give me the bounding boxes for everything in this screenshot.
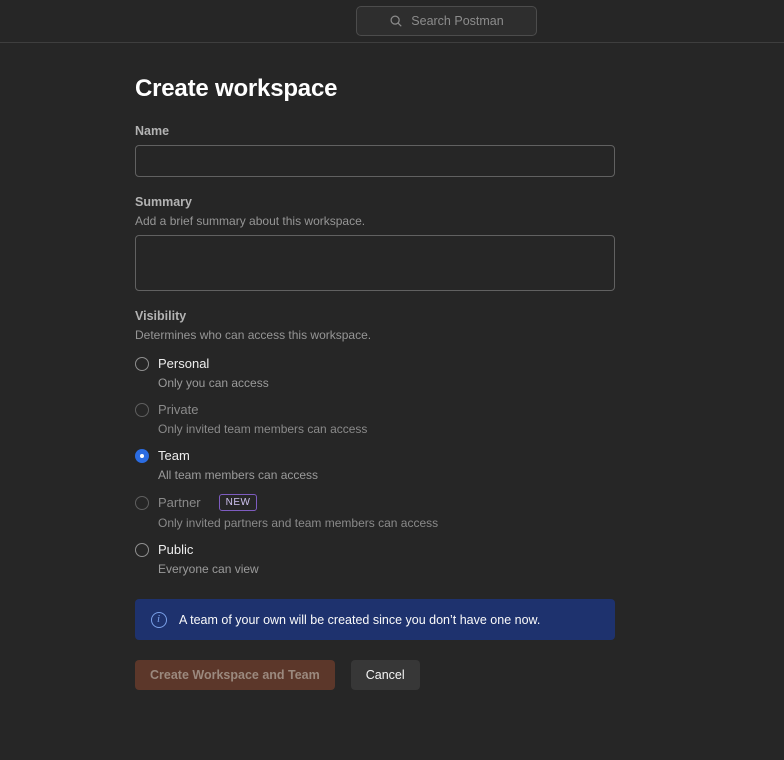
create-workspace-page: Create workspace Name Summary Add a brie…: [0, 75, 615, 690]
visibility-option-partner: Partner NEW Only invited partners and te…: [135, 494, 615, 530]
radio-circle-icon: [135, 403, 149, 417]
page-title: Create workspace: [135, 75, 615, 103]
radio-circle-icon[interactable]: [135, 543, 149, 557]
radio-private: Private: [135, 402, 615, 417]
radio-circle-icon[interactable]: [135, 357, 149, 371]
global-search[interactable]: Search Postman: [356, 6, 537, 36]
visibility-description: Determines who can access this workspace…: [135, 328, 615, 342]
visibility-label: Visibility: [135, 309, 615, 323]
option-label: Public: [158, 542, 193, 557]
summary-textarea[interactable]: [135, 235, 615, 291]
radio-circle-icon: [135, 496, 149, 510]
summary-description: Add a brief summary about this workspace…: [135, 214, 615, 228]
visibility-option-private: Private Only invited team members can ac…: [135, 402, 615, 436]
option-description: Only invited partners and team members c…: [158, 516, 615, 530]
option-label: Personal: [158, 356, 209, 371]
summary-field-group: Summary Add a brief summary about this w…: [135, 195, 615, 291]
search-icon: [389, 14, 403, 28]
cancel-button[interactable]: Cancel: [351, 660, 420, 690]
form-actions: Create Workspace and Team Cancel: [135, 660, 615, 690]
radio-team[interactable]: Team: [135, 448, 615, 463]
summary-label: Summary: [135, 195, 615, 209]
option-description: Only you can access: [158, 376, 615, 390]
radio-public[interactable]: Public: [135, 542, 615, 557]
option-label: Partner: [158, 495, 201, 510]
info-icon: i: [151, 612, 167, 628]
option-description: Everyone can view: [158, 562, 615, 576]
visibility-options: Personal Only you can access Private Onl…: [135, 356, 615, 576]
team-info-banner: i A team of your own will be created sin…: [135, 599, 615, 640]
new-badge: NEW: [219, 494, 258, 511]
name-input[interactable]: [135, 145, 615, 177]
radio-partner: Partner NEW: [135, 494, 615, 511]
banner-text: A team of your own will be created since…: [179, 613, 540, 627]
option-description: All team members can access: [158, 468, 615, 482]
visibility-option-public: Public Everyone can view: [135, 542, 615, 576]
name-label: Name: [135, 124, 615, 138]
visibility-field-group: Visibility Determines who can access thi…: [135, 309, 615, 576]
option-label: Private: [158, 402, 198, 417]
option-label: Team: [158, 448, 190, 463]
radio-personal[interactable]: Personal: [135, 356, 615, 371]
visibility-option-personal: Personal Only you can access: [135, 356, 615, 390]
visibility-option-team: Team All team members can access: [135, 448, 615, 482]
name-field-group: Name: [135, 124, 615, 177]
search-label: Search Postman: [411, 14, 503, 28]
create-workspace-and-team-button[interactable]: Create Workspace and Team: [135, 660, 335, 690]
radio-selected-icon[interactable]: [135, 449, 149, 463]
top-bar: Search Postman: [0, 0, 784, 43]
option-description: Only invited team members can access: [158, 422, 615, 436]
